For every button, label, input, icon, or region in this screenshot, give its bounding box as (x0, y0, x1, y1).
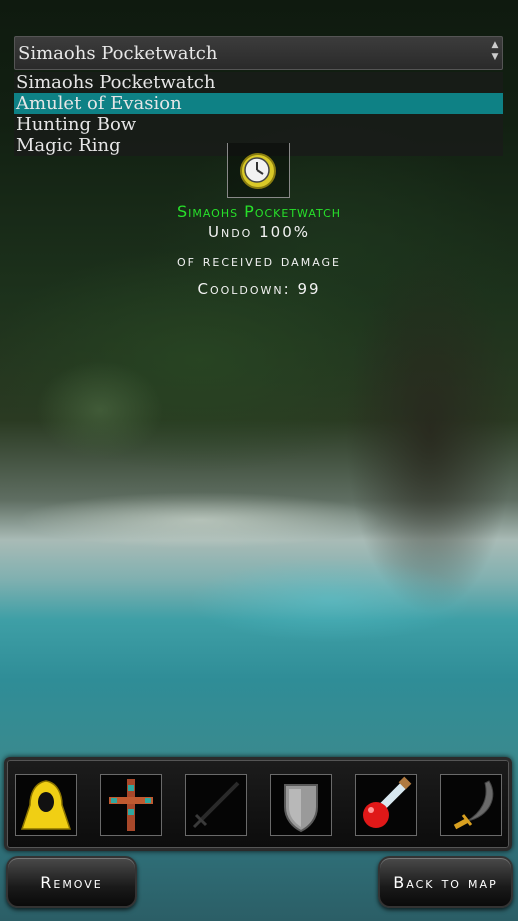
spinner-arrows-icon[interactable]: ▲ ▼ (491, 39, 499, 67)
potion-icon (363, 776, 412, 828)
inventory-slot[interactable] (440, 774, 502, 836)
option-hunting-bow[interactable]: Hunting Bow (14, 114, 503, 135)
shield-icon (284, 784, 318, 833)
item-effect-line: of received damage (176, 252, 342, 270)
remove-button[interactable]: Remove (6, 856, 137, 908)
inventory-slot[interactable] (355, 774, 417, 836)
item-name: Simaohs Pocketwatch (176, 202, 342, 221)
item-select[interactable]: Simaohs Pocketwatch ▲ ▼ (14, 36, 503, 70)
option-amulet-of-evasion[interactable]: Amulet of Evasion (14, 93, 503, 114)
back-to-map-button[interactable]: Back to map (378, 856, 513, 908)
sword-icon (192, 781, 240, 829)
hooded-cloak-icon (20, 780, 72, 830)
totem-cross-icon (109, 779, 153, 831)
pocketwatch-icon (240, 153, 276, 189)
selected-item-icon-frame (227, 143, 290, 198)
inventory-slot[interactable] (270, 774, 332, 836)
inventory-slot[interactable] (185, 774, 247, 836)
selected-item-label: Simaohs Pocketwatch (18, 43, 218, 64)
inventory-bar (4, 757, 512, 851)
option-simaohs-pocketwatch[interactable]: Simaohs Pocketwatch (14, 72, 503, 93)
item-dropdown[interactable]: Simaohs Pocketwatch ▲ ▼ Simaohs Pocketwat… (14, 36, 503, 156)
inventory-slot[interactable] (100, 774, 162, 836)
item-effect-line: Undo 100% (208, 223, 310, 241)
item-cooldown: Cooldown: 99 (197, 280, 321, 298)
inventory-slot[interactable] (15, 774, 77, 836)
scimitar-icon (453, 780, 494, 830)
